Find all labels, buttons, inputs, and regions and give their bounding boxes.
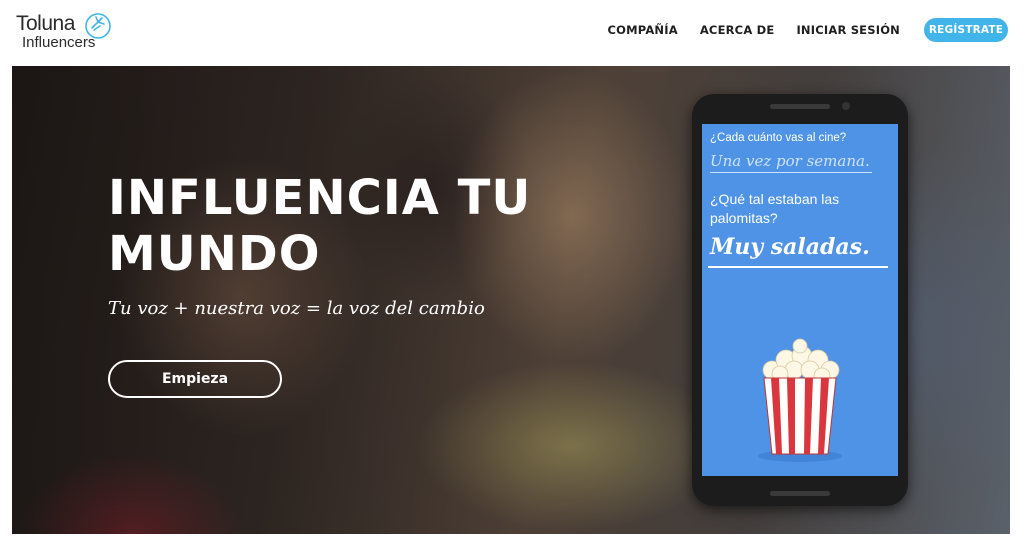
main-nav: COMPAÑÍA ACERCA DE INICIAR SESIÓN REGÍST… [607,18,1008,42]
hero-title-line2: MUNDO [108,226,321,282]
answer-2-underline [708,266,888,268]
popcorn-bucket-icon [758,338,842,462]
nav-link-about[interactable]: ACERCA DE [700,23,775,37]
survey-answer-2: Muy saladas. [710,234,870,260]
survey-question-2: ¿Qué tal estaban las palomitas? [710,191,840,226]
site-header: Toluna Influencers COMPAÑÍA ACERCA DE IN… [0,0,1024,66]
answer-1-underline [710,172,872,173]
start-button[interactable]: Empieza [108,360,282,398]
survey-answer-1: Una vez por semana. [710,152,870,170]
toluna-logo[interactable]: Toluna Influencers [16,12,126,56]
phone-home-bar [770,491,830,496]
hero-subtitle: Tu voz + nuestra voz = la voz del cambio [108,298,485,319]
survey-question-1: ¿Cada cuánto vas al cine? [710,132,847,144]
hero-banner: INFLUENCIA TU MUNDO Tu voz + nuestra voz… [12,66,1010,534]
phone-screen: ¿Cada cuánto vas al cine? Una vez por se… [702,124,898,476]
hero-title-line1: INFLUENCIA TU [108,170,532,226]
phone-speaker [770,104,830,109]
hero-title: INFLUENCIA TU MUNDO [108,170,548,282]
nav-link-company[interactable]: COMPAÑÍA [607,23,677,37]
phone-mockup: ¿Cada cuánto vas al cine? Una vez por se… [692,94,908,506]
nav-link-login[interactable]: INICIAR SESIÓN [796,23,900,37]
logo-wordmark: Toluna [16,12,75,35]
leaf-burst-icon [85,13,111,39]
register-button[interactable]: REGÍSTRATE [924,18,1008,42]
phone-camera [842,102,850,110]
